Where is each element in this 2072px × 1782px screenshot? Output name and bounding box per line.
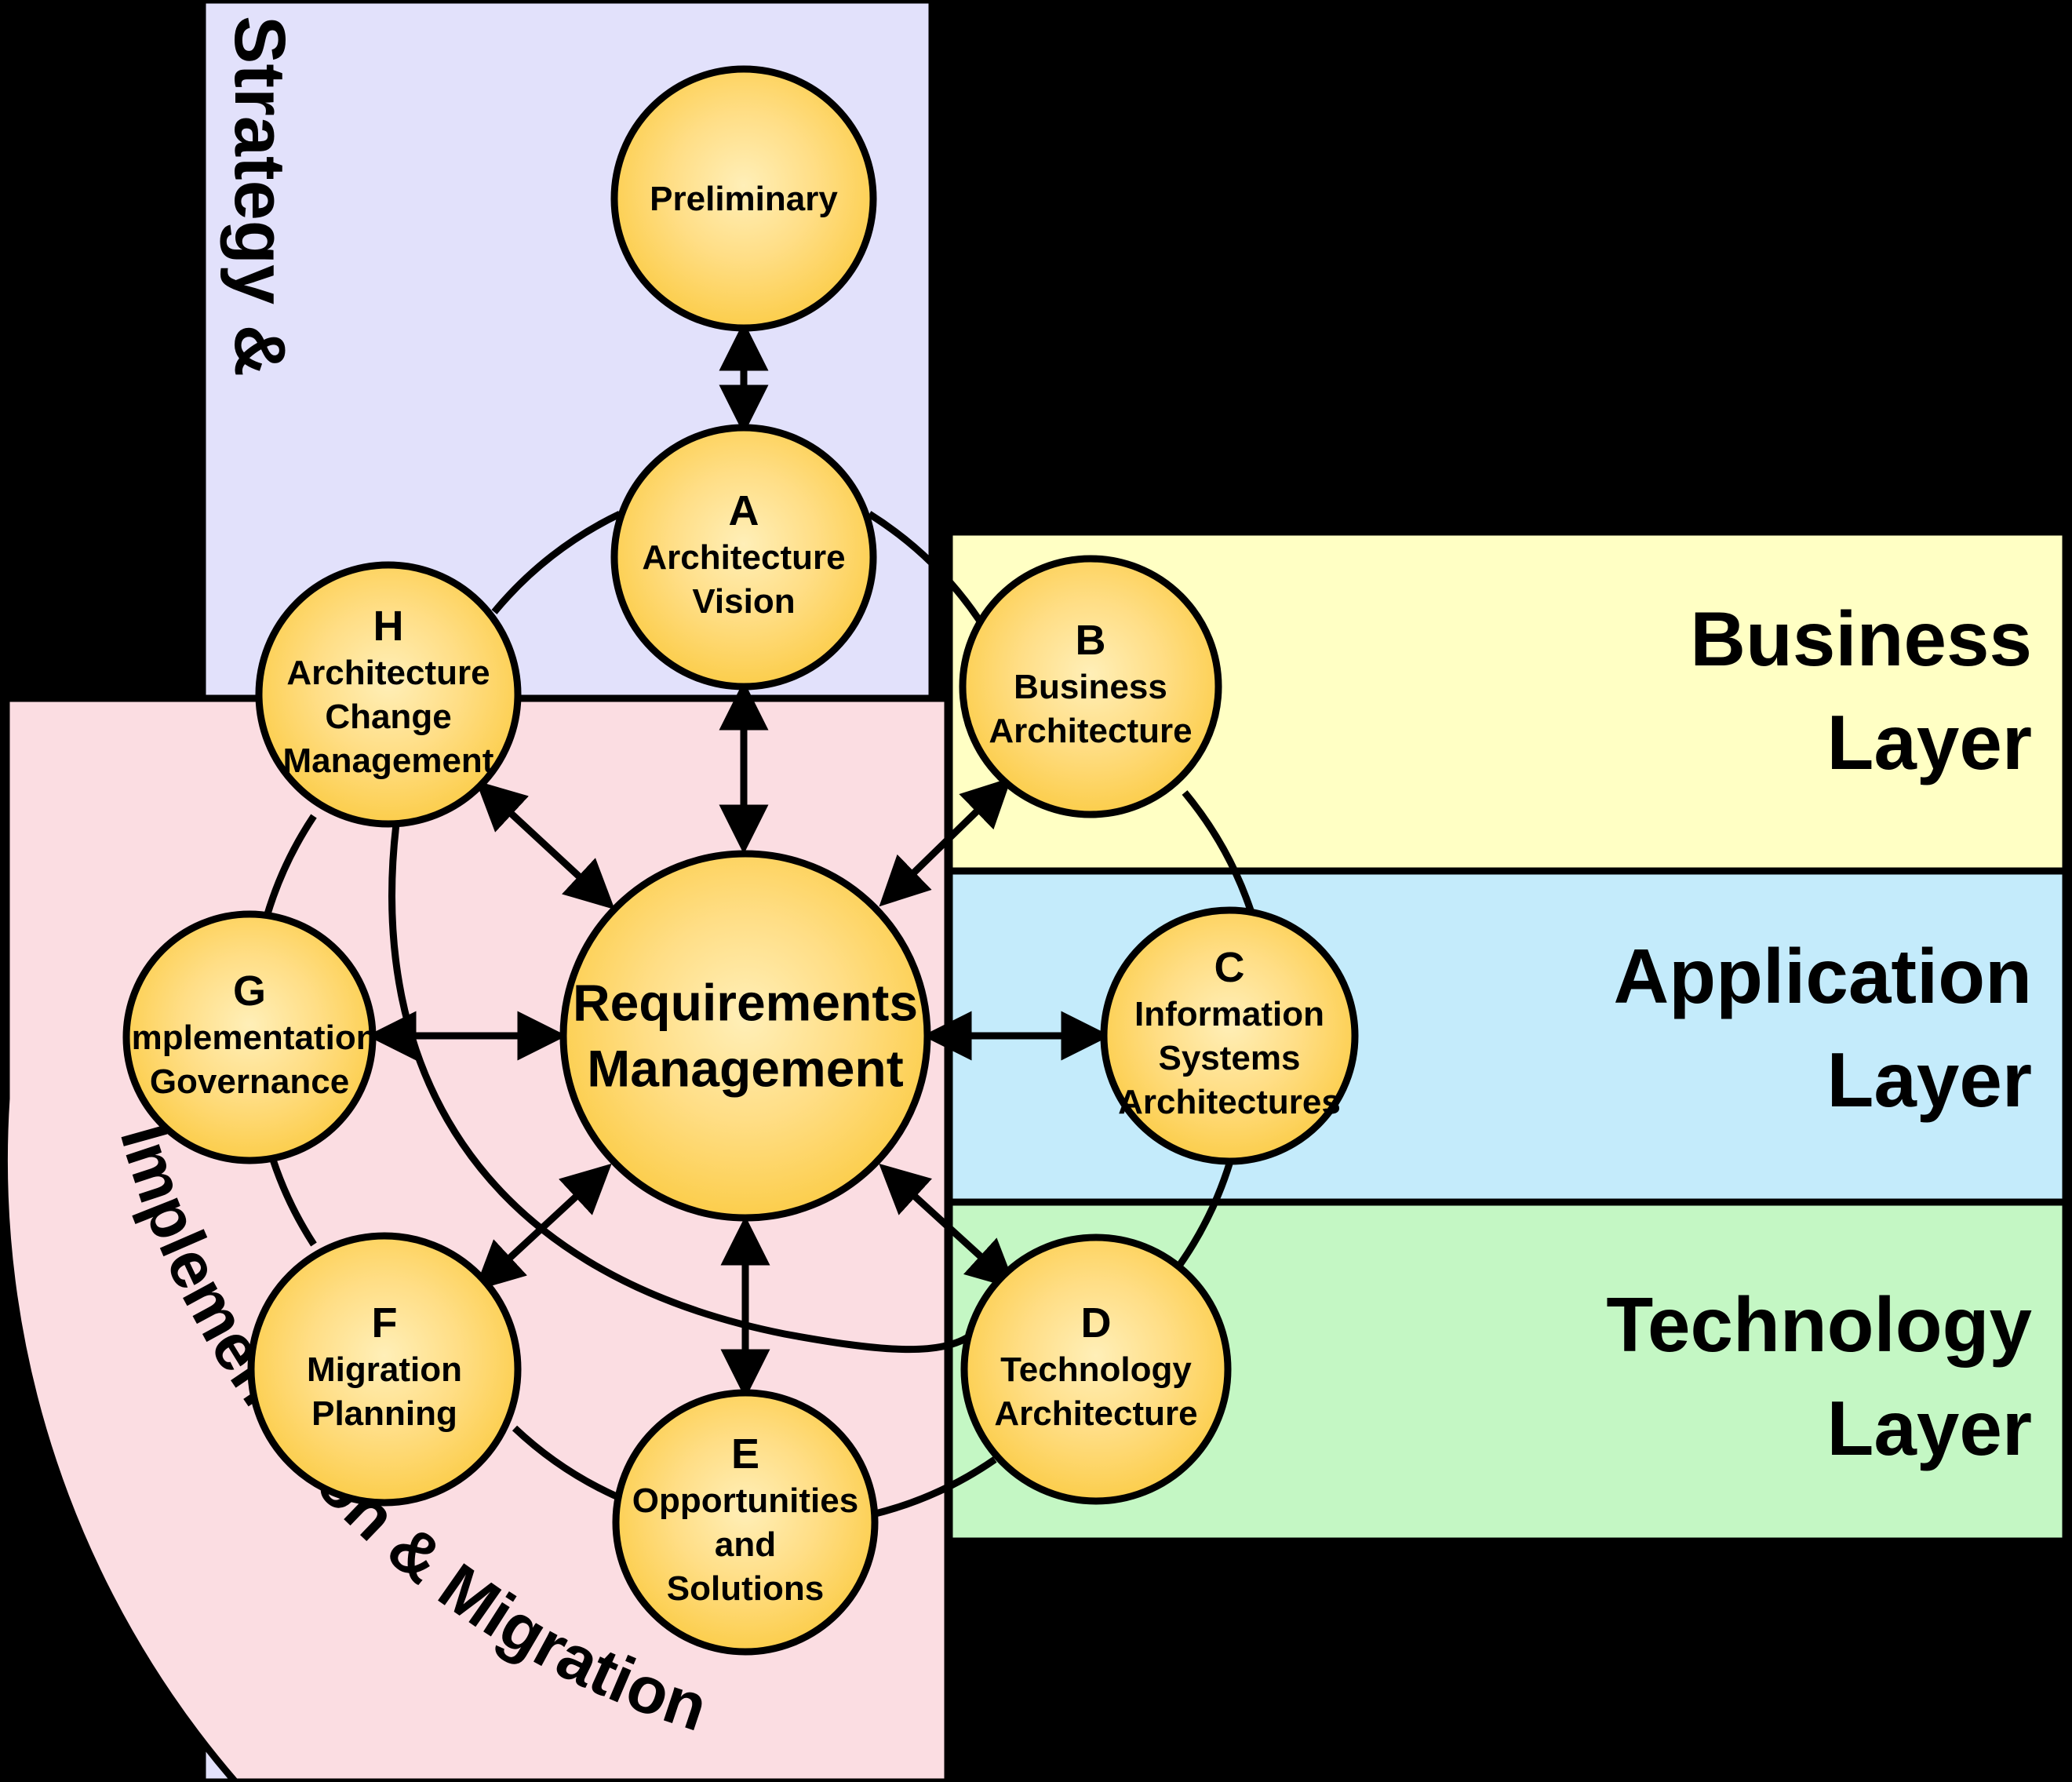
node-requirements-management[interactable]: Requirements Management xyxy=(559,850,931,1222)
node-letter: E xyxy=(731,1430,759,1478)
node-letter: A xyxy=(729,487,759,534)
node-letter: B xyxy=(1076,617,1106,664)
node-label-line: Information xyxy=(1134,995,1324,1033)
node-label-line: Architecture xyxy=(994,1394,1197,1433)
togaf-adm-diagram: Strategy & Motivation Implementation & M… xyxy=(0,0,2072,1782)
technology-layer-label-line1: Technology xyxy=(1606,1281,2032,1368)
node-label-line: Governance xyxy=(150,1062,349,1101)
node-label-line: Architecture xyxy=(989,712,1192,750)
strategy-zone-label-line1: Strategy & xyxy=(220,16,300,377)
node-label-line: Vision xyxy=(692,582,795,621)
node-phase-g[interactable]: G Implementation Governance xyxy=(122,910,377,1164)
node-label-line: Migration xyxy=(307,1350,462,1389)
node-letter: H xyxy=(373,603,404,650)
node-letter: F xyxy=(372,1299,398,1347)
node-label-line: and xyxy=(715,1525,776,1564)
node-phase-c[interactable]: C Information Systems Architectures xyxy=(1100,906,1359,1165)
diagram-canvas: Strategy & Motivation Implementation & M… xyxy=(0,0,2070,1782)
node-label-line: Architecture xyxy=(642,538,845,577)
node-phase-f[interactable]: FMigration Planning xyxy=(247,1232,522,1507)
node-label-line: Technology xyxy=(1000,1350,1192,1389)
node-letter: D xyxy=(1081,1299,1112,1347)
node-phase-e[interactable]: EOpportunities and Solutions xyxy=(612,1389,879,1656)
node-phase-d[interactable]: DTechnology Architecture xyxy=(960,1234,1232,1505)
business-layer-label-line2: Layer xyxy=(1826,699,2032,785)
node-label-line: Planning xyxy=(311,1394,457,1433)
node-label-line: Management xyxy=(587,1039,903,1097)
node-label-line: Systems xyxy=(1158,1039,1300,1077)
application-layer-label-line2: Layer xyxy=(1826,1037,2032,1123)
technology-layer-label-line2: Layer xyxy=(1826,1385,2032,1471)
business-layer-label-line1: Business xyxy=(1690,596,2032,682)
node-label-line: Management xyxy=(283,742,494,780)
node-label-line: Implementation xyxy=(122,1019,377,1057)
requirements-management-node[interactable]: Requirements Management xyxy=(559,850,931,1222)
node-letter: C xyxy=(1214,944,1245,991)
node-label-line: Change xyxy=(325,698,451,736)
node-label-line: Opportunities xyxy=(632,1481,858,1520)
node-preliminary[interactable]: Preliminary xyxy=(610,65,877,332)
node-circle[interactable] xyxy=(559,850,931,1222)
node-phase-a[interactable]: A Architecture Vision xyxy=(610,424,877,691)
node-phase-b[interactable]: B Business Architecture xyxy=(959,555,1222,818)
node-label-line: Architecture xyxy=(286,654,490,692)
node-letter: G xyxy=(233,968,266,1015)
application-layer-label-line1: Application xyxy=(1613,933,2032,1019)
node-label-line: Solutions xyxy=(667,1569,824,1608)
node-label-line: Preliminary xyxy=(650,180,838,218)
strategy-zone-label-line2: Motivation xyxy=(135,16,215,377)
node-label-line: Business xyxy=(1014,668,1167,706)
node-phase-h[interactable]: H Architecture Change Management xyxy=(255,561,522,828)
node-label-line: Requirements xyxy=(573,973,918,1031)
node-label-line: Architectures xyxy=(1118,1083,1341,1121)
